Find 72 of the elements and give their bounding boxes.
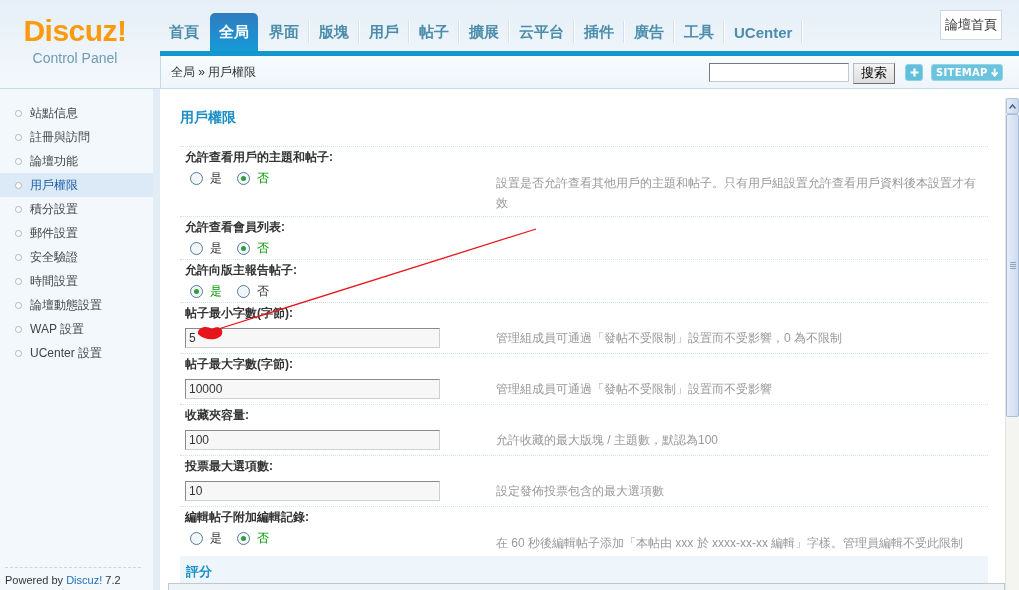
radio-icon[interactable] — [190, 531, 203, 545]
sidebar-item[interactable]: 郵件設置 — [0, 221, 153, 245]
powered-by-text: Powered by Discuz! 7.2 — [5, 574, 121, 586]
setting-description: 管理組成員可通過「發帖不受限制」設置而不受影響，0 為不限制 — [496, 330, 843, 347]
breadcrumb: 全局 » 用戶權限 — [171, 63, 257, 81]
sidebar-item[interactable]: 安全驗證 — [0, 245, 153, 269]
input-field[interactable]: 10 — [185, 481, 440, 501]
sidebar-item[interactable]: 註冊與訪問 — [0, 125, 153, 149]
radio-option[interactable]: 是 — [190, 239, 222, 257]
bullet-icon — [15, 349, 22, 357]
radio-option[interactable]: 否 — [237, 529, 269, 547]
add-button[interactable] — [905, 63, 923, 81]
search-field[interactable] — [709, 62, 849, 82]
input-field[interactable]: 10000 — [185, 379, 440, 399]
setting-label: 允許向版主報告帖子: — [184, 262, 298, 279]
bullet-icon — [15, 133, 22, 141]
sidebar-item[interactable]: 積分設置 — [0, 197, 153, 221]
bullet-icon — [15, 325, 22, 333]
setting-description: 管理組成員可通過「發帖不受限制」設置而不受影響 — [496, 381, 773, 398]
sidebar-item[interactable]: UCenter 設置 — [0, 341, 153, 365]
sidebar-item[interactable]: WAP 設置 — [0, 317, 153, 341]
scrollbar-thumb[interactable] — [1006, 114, 1019, 417]
radio-option[interactable]: 是 — [190, 169, 222, 187]
sidebar-item[interactable]: 論壇動態設置 — [0, 293, 153, 317]
sidebar-item[interactable]: 時間設置 — [0, 269, 153, 293]
plus-icon — [909, 67, 919, 77]
setting-description: 設定發佈投票包含的最大選項數 — [496, 483, 665, 500]
radio-icon[interactable] — [237, 284, 250, 298]
search-button[interactable]: 搜索 — [853, 62, 895, 84]
logo-subtitle: Control Panel — [32, 50, 118, 66]
radio-icon[interactable] — [237, 531, 250, 545]
radio-option[interactable]: 否 — [237, 282, 269, 300]
setting-label: 收藏夾容量: — [184, 407, 250, 424]
bullet-icon — [15, 229, 22, 237]
bullet-icon — [15, 277, 22, 285]
down-arrow-icon — [990, 67, 998, 77]
bullet-icon — [15, 253, 22, 261]
radio-option[interactable]: 否 — [237, 169, 269, 187]
setting-label: 允許查看會員列表: — [184, 219, 286, 236]
input-field[interactable]: 5 — [185, 328, 440, 348]
radio-option[interactable]: 是 — [190, 529, 222, 547]
radio-icon[interactable] — [237, 241, 250, 255]
page-title: 用戶權限 — [180, 108, 237, 127]
sidebar-item[interactable]: 站點信息 — [0, 101, 153, 125]
logo-text: Discuz! — [23, 14, 127, 48]
chevron-up-icon — [1009, 103, 1016, 109]
grip-icon — [1009, 262, 1016, 269]
scroll-up-button[interactable] — [1006, 98, 1019, 114]
sidebar-item[interactable]: 用戶權限 — [0, 173, 153, 197]
nav-tab[interactable]: 全局 — [210, 13, 258, 51]
radio-icon[interactable] — [190, 171, 203, 185]
bullet-icon — [15, 157, 22, 165]
discuz-link[interactable]: Discuz! — [66, 574, 103, 586]
bullet-icon — [15, 301, 22, 309]
bullet-icon — [15, 109, 22, 117]
setting-label: 帖子最大字數(字節): — [184, 356, 294, 373]
input-field[interactable]: 100 — [185, 430, 440, 450]
forum-home-button[interactable]: 論壇首頁 — [940, 10, 1002, 40]
radio-icon[interactable] — [190, 284, 203, 298]
setting-description: 設置是否允許查看其他用戶的主題和帖子。只有用戶組設置允許查看用戶資料後本設置才有效 — [496, 175, 977, 212]
setting-label: 允許查看用戶的主題和帖子: — [184, 149, 334, 166]
setting-label: 投票最大選項數: — [184, 458, 274, 475]
setting-label: 編輯帖子附加編輯記錄: — [183, 509, 310, 526]
bullet-icon — [15, 205, 22, 213]
setting-description: 允許收藏的最大版塊 / 主題數，默認為100 — [496, 432, 720, 449]
radio-option[interactable]: 是 — [190, 282, 222, 300]
radio-icon[interactable] — [190, 241, 203, 255]
radio-option[interactable]: 否 — [237, 239, 269, 257]
radio-icon[interactable] — [237, 171, 250, 185]
bullet-icon — [15, 181, 22, 189]
setting-description: 在 60 秒後編輯帖子添加「本帖由 xxx 於 xxxx-xx-xx 編輯」字樣。管理員編輯不受此限制 — [496, 535, 965, 552]
sidebar-item[interactable]: 論壇功能 — [0, 149, 153, 173]
